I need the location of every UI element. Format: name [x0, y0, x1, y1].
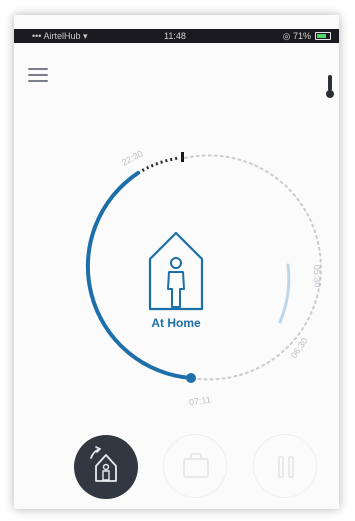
app-screen: ••• AirtelHub ▾ 11:48 ◎ 71% 22:30 05:30 … [14, 15, 339, 509]
pause-mode-button[interactable] [253, 434, 317, 498]
home-person-icon [148, 231, 204, 311]
briefcase-icon [183, 453, 209, 478]
dial-light-arc [278, 263, 291, 324]
time-tick-label: 05:30 [311, 264, 323, 288]
home-mode-button[interactable] [74, 435, 138, 499]
mode-status-label: At Home [151, 316, 201, 330]
pause-icon [278, 456, 294, 478]
dial-end-handle[interactable] [186, 373, 196, 383]
dial-dark-dotted-segment [137, 156, 180, 175]
away-mode-button[interactable] [163, 434, 227, 498]
dial-start-marker[interactable] [181, 152, 184, 162]
home-person-icon [90, 446, 117, 482]
